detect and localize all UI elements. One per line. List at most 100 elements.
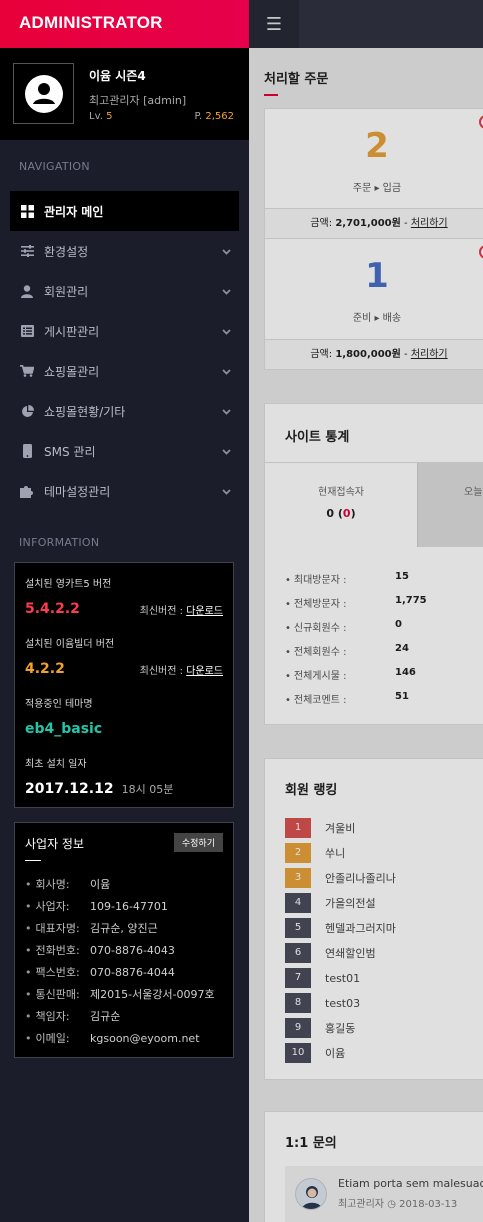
order-amount: 2,701,000원 — [335, 218, 401, 229]
nav-item-shop-status[interactable]: 쇼핑몰현황/기타 — [10, 391, 239, 431]
ranking-row[interactable]: 9 홍길동 — [285, 1018, 355, 1038]
nav-item-admin-main[interactable]: 관리자 메인 — [10, 191, 239, 231]
rank-member-name: 헨델과그러지마 — [325, 922, 396, 935]
business-info-value: 제2015-서울강서-0097호 — [90, 988, 215, 1001]
qna-item-title: Etiam porta sem malesuada — [338, 1177, 483, 1190]
stat-value: 1,775 — [395, 595, 427, 606]
latest-label: 최신버전 : — [139, 605, 183, 617]
rank-badge: 2 — [285, 843, 311, 863]
business-info-key: 회사명: — [25, 876, 90, 892]
process-order-link[interactable]: 처리하기 — [411, 218, 448, 229]
stats-tabs: 현재접속자 0 (0) 오늘 — [265, 462, 483, 547]
rank-member-name: 연쇄할인범 — [325, 947, 376, 960]
profile-panel: 이윰 시즌4 최고관리자 [admin] Lv. 5 P. 2,562 — [0, 48, 249, 140]
separator: - — [404, 349, 408, 360]
rank-badge: 3 — [285, 868, 311, 888]
stat-key: 최대방문자 : — [285, 571, 395, 586]
nav-item-sms[interactable]: SMS 관리 — [10, 431, 239, 471]
profile-name: 이윰 시즌4 — [89, 69, 146, 83]
rank-member-name: 쑤니 — [325, 847, 346, 860]
business-info-value: 김규순, 양진근 — [90, 922, 158, 935]
order-amount: 1,800,000원 — [335, 349, 401, 360]
ranking-row[interactable]: 5 헨델과그러지마 — [285, 918, 396, 938]
ranking-row[interactable]: 6 연쇄할인범 — [285, 943, 376, 963]
ranking-row[interactable]: 7 test01 — [285, 968, 360, 988]
builder-version-row: 4.2.2 최신버전 : 다운로드 — [25, 661, 223, 677]
business-info-value: 김규순 — [90, 1010, 121, 1023]
business-info-key: 통신판매: — [25, 986, 90, 1002]
ranking-row[interactable]: 8 test03 — [285, 993, 360, 1013]
chevron-down-icon — [222, 284, 231, 298]
current-visitors-members: 0 — [342, 507, 351, 520]
stat-value: 146 — [395, 667, 416, 678]
profile-role: 최고관리자 [admin] — [89, 94, 187, 107]
nav-item-settings[interactable]: 환경설정 — [10, 231, 239, 271]
theme-name: eb4_basic — [25, 721, 103, 737]
nav-item-shop[interactable]: 쇼핑몰관리 — [10, 351, 239, 391]
nav-item-label: 쇼핑몰관리 — [44, 364, 100, 379]
nav-item-label: 테마설정관리 — [44, 484, 111, 499]
business-info-row: 사업자:109-16-47701 — [25, 895, 223, 917]
order-amount-footer: 금액: 2,701,000원 - 처리하기 — [265, 208, 483, 238]
rank-badge: 4 — [285, 893, 311, 913]
ranking-row[interactable]: 10 이윰 — [285, 1043, 345, 1063]
order-stage-label: 준비 ▸ 배송 — [352, 313, 402, 324]
top-bar: ☰ — [249, 0, 483, 48]
qna-list-item[interactable]: Etiam porta sem malesuada 최고관리자 ◷ 2018-0… — [285, 1166, 483, 1222]
current-visitors-value: 0 (0) — [326, 507, 356, 520]
site-stats-panel: 사이트 통계 현재접속자 0 (0) 오늘 최대방문자 :15 전체방문자 :1,… — [264, 403, 483, 725]
avatar[interactable] — [13, 63, 74, 124]
stat-value: 0 — [395, 619, 402, 630]
youngcart-version: 5.4.2.2 — [25, 601, 80, 617]
sliders-icon — [20, 244, 34, 258]
process-order-link[interactable]: 처리하기 — [411, 349, 448, 360]
chevron-down-icon — [222, 444, 231, 458]
hamburger-icon[interactable]: ☰ — [249, 0, 299, 48]
business-info-value: kgsoon@eyoom.net — [90, 1031, 200, 1045]
nav-item-boards[interactable]: 게시판관리 — [10, 311, 239, 351]
main-content: ☰ 처리할 주문 2 주문 ▸ 입금 금액: 2,701,000원 - 처리하기… — [249, 0, 483, 1222]
separator: - — [404, 218, 408, 229]
points-value: 2,562 — [205, 111, 234, 122]
youngcart-version-label: 설치된 영카트5 버전 — [25, 579, 112, 590]
builder-latest: 최신버전 : 다운로드 — [140, 662, 223, 677]
tab-current-visitors[interactable]: 현재접속자 0 (0) — [265, 463, 417, 547]
profile-points: P. 2,562 — [195, 111, 234, 122]
business-info-value: 109-16-47701 — [90, 899, 168, 913]
nav-item-members[interactable]: 회원관리 — [10, 271, 239, 311]
information-heading: INFORMATION — [19, 536, 100, 549]
edit-business-button[interactable]: 수정하기 — [173, 833, 223, 852]
ranking-row[interactable]: 1 겨울비 — [285, 818, 355, 838]
user-icon — [20, 284, 34, 298]
builder-download-link[interactable]: 다운로드 — [186, 666, 223, 677]
stat-row: 신규회원수 :0 — [285, 619, 483, 634]
ranking-row[interactable]: 4 가을의전설 — [285, 893, 376, 913]
business-info-box: 사업자 정보 수정하기 회사명:이윰사업자:109-16-47701대표자명:김… — [14, 822, 234, 1058]
tab-today[interactable]: 오늘 — [417, 463, 483, 547]
order-count: 2 — [365, 126, 389, 166]
amount-label: 금액: — [310, 218, 333, 229]
theme-label: 적용중인 테마명 — [25, 699, 93, 710]
business-info-key: 전화번호: — [25, 942, 90, 958]
sidebar: ADMINISTRATOR 이윰 시즌4 최고관리자 [admin] Lv. 5… — [0, 0, 249, 1222]
ranking-row[interactable]: 3 안졸리나졸리나 — [285, 868, 396, 888]
pie-chart-icon — [20, 404, 34, 418]
business-info-row: 팩스번호:070-8876-4044 — [25, 961, 223, 983]
nav-item-label: 환경설정 — [44, 244, 89, 259]
youngcart-download-link[interactable]: 다운로드 — [186, 606, 223, 617]
business-info-row: 전화번호:070-8876-4043 — [25, 939, 223, 961]
member-ranking-panel: 회원 랭킹 1 겨울비 2 쑤니 3 안졸리나졸리나 4 가을의전설 5 헨델과그러지마 6 연쇄할인… — [264, 758, 483, 1080]
puzzle-icon — [20, 484, 34, 498]
member-ranking-title: 회원 랭킹 — [285, 783, 338, 798]
nav-item-theme[interactable]: 테마설정관리 — [10, 471, 239, 511]
qna-panel: 1:1 문의 Etiam porta sem malesuada 최고관리자 ◷… — [264, 1111, 483, 1222]
rank-badge: 5 — [285, 918, 311, 938]
brand-title[interactable]: ADMINISTRATOR — [0, 0, 249, 48]
chevron-down-icon — [222, 244, 231, 258]
cart-icon — [20, 364, 34, 378]
nav-item-label: 회원관리 — [44, 284, 89, 299]
stat-row: 전체회원수 :24 — [285, 643, 483, 658]
chevron-down-icon — [222, 324, 231, 338]
nav-item-label: 쇼핑몰현황/기타 — [44, 404, 126, 419]
ranking-row[interactable]: 2 쑤니 — [285, 843, 345, 863]
